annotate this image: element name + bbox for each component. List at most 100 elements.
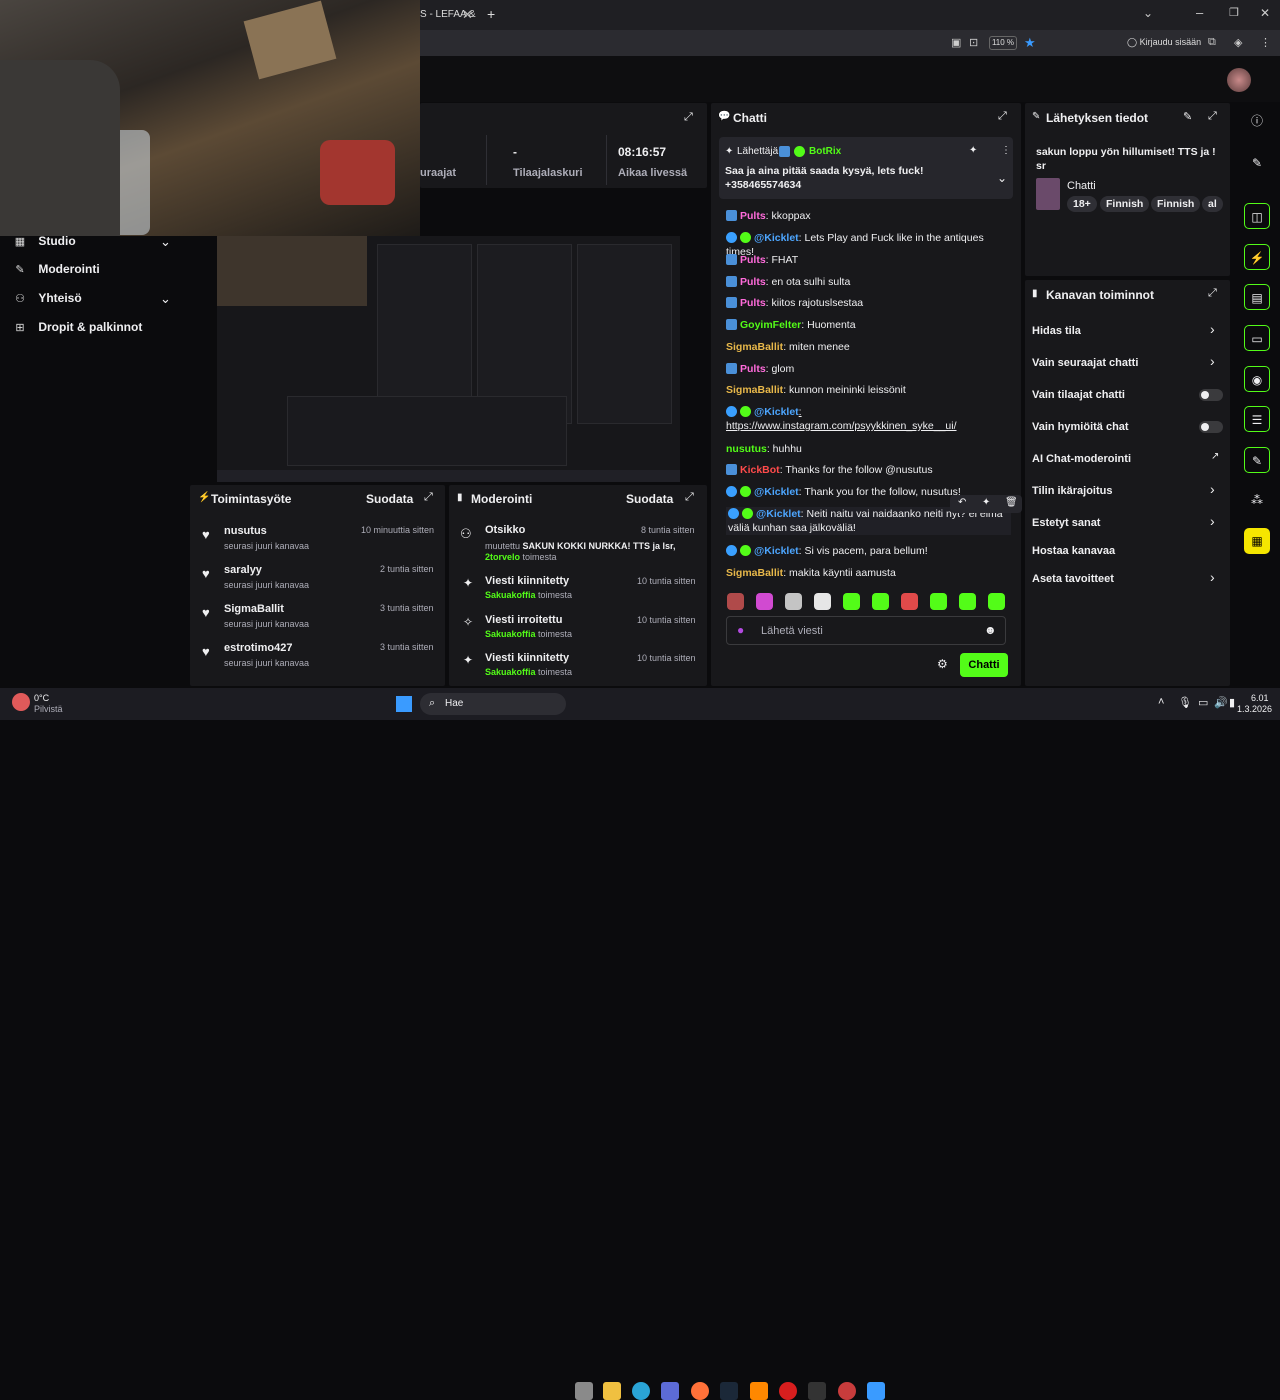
expand-icon[interactable]: ⤢ [685, 491, 694, 504]
obs-icon[interactable] [838, 1382, 856, 1400]
zoom-level[interactable]: 110 % [989, 36, 1017, 50]
chat-icon[interactable]: ▭ [1244, 325, 1270, 351]
action-host-channel[interactable]: Hostaa kanavaa [1032, 543, 1222, 559]
emote[interactable] [872, 593, 889, 610]
store-icon[interactable] [661, 1382, 679, 1400]
chevron-up-icon[interactable]: ˄ [1158, 696, 1164, 708]
maximize-icon[interactable]: ❐ [1229, 6, 1239, 19]
tag[interactable]: 18+ [1067, 196, 1097, 212]
action-slow-mode[interactable]: Hidas tila › [1032, 321, 1222, 339]
menu-icon[interactable]: ⋮ [1260, 36, 1271, 49]
pinned-sender[interactable]: BotRix [809, 146, 841, 157]
steam-icon[interactable] [720, 1382, 738, 1400]
star-icon[interactable]: ★ [1024, 35, 1036, 51]
trash-icon[interactable]: 🗑 [1005, 497, 1018, 508]
emote[interactable] [959, 593, 976, 610]
taskbar-search[interactable]: ⌕ Hae [420, 693, 566, 715]
extensions-icon[interactable]: ⧉ [1208, 36, 1216, 49]
windows-start-icon[interactable] [396, 696, 412, 712]
pencil-icon[interactable]: ✎ [1244, 150, 1270, 176]
pinned-message[interactable]: ✦ Lähettäjä BotRix ✦ ⋮ Saa ja aina pitää… [719, 137, 1013, 199]
chat-user[interactable]: nusutus [726, 443, 767, 455]
wrench-icon[interactable]: ✎ [1244, 447, 1270, 473]
chat-user[interactable]: SigmaBallit [726, 567, 783, 579]
chat-user[interactable]: SigmaBallit [726, 384, 783, 396]
action-followers-only[interactable]: Vain seuraajat chatti › [1032, 353, 1222, 371]
pin-icon[interactable]: ✦ [969, 145, 977, 156]
chat-user[interactable]: Pults [740, 210, 766, 222]
chat-user[interactable]: Pults [740, 363, 766, 375]
info-icon[interactable]: ⓘ [1244, 108, 1270, 134]
close-window-icon[interactable]: ✕ [1260, 6, 1270, 20]
notepad-icon[interactable] [867, 1382, 885, 1400]
more-icon[interactable]: ⋮ [1001, 145, 1011, 156]
action-blocked-words[interactable]: Estetyt sanat › [1032, 513, 1222, 531]
send-chat-button[interactable]: Chatti [960, 653, 1008, 677]
chat-user[interactable]: KickBot [740, 464, 780, 476]
emote[interactable] [785, 593, 802, 610]
shield-icon[interactable]: ◈ [1234, 36, 1242, 49]
edge-icon[interactable] [632, 1382, 650, 1400]
close-tab-icon[interactable]: ✕ [462, 7, 473, 23]
server-icon[interactable]: ☰ [1244, 406, 1270, 432]
file-explorer-icon[interactable] [603, 1382, 621, 1400]
moderation-filter-button[interactable]: Suodata [626, 492, 673, 506]
battery-icon[interactable]: ▮ [1229, 696, 1235, 709]
expand-icon[interactable]: ⤢ [1208, 110, 1217, 123]
chat-user[interactable]: SigmaBallit [726, 341, 783, 353]
chevron-down-icon[interactable]: ⌄ [997, 171, 1007, 185]
tag[interactable]: Finnish [1151, 196, 1201, 212]
microphone-icon[interactable]: 🎙 [1178, 696, 1192, 709]
action-age-restriction[interactable]: Tilin ikärajoitus › [1032, 481, 1222, 499]
mod-by-user[interactable]: 2torvelo [485, 552, 520, 562]
reply-icon[interactable]: ↶ [958, 497, 966, 508]
stream-preview[interactable] [217, 236, 680, 482]
chat-user[interactable]: @Kicklet [754, 545, 799, 557]
chevron-down-icon[interactable]: ⌄ [1143, 6, 1153, 20]
expand-icon[interactable]: ⤢ [1208, 287, 1217, 300]
network-icon[interactable]: ▭ [1198, 696, 1208, 709]
mod-by-user[interactable]: Sakuakoffia [485, 629, 536, 639]
emote[interactable] [814, 593, 831, 610]
expand-icon[interactable]: ⤢ [998, 110, 1007, 123]
sidebar-item-community[interactable]: ⚇ Yhteisö ⌄ [13, 291, 183, 307]
chat-user[interactable]: @Kicklet [754, 232, 799, 244]
clapper-icon[interactable]: ▦ [1244, 528, 1270, 554]
action-set-goals[interactable]: Aseta tavoitteet › [1032, 569, 1222, 587]
tag[interactable]: Finnish [1100, 196, 1150, 212]
emote[interactable] [901, 593, 918, 610]
subscribers-only-toggle[interactable] [1199, 389, 1223, 401]
document-icon[interactable]: ▤ [1244, 284, 1270, 310]
picture-in-picture-icon[interactable]: ▣ [951, 36, 961, 49]
opera-icon[interactable] [779, 1382, 797, 1400]
tag[interactable]: al [1202, 196, 1223, 212]
sidebar-item-moderation[interactable]: ✎ Moderointi [13, 262, 183, 278]
volume-icon[interactable]: 🔊 [1214, 696, 1228, 709]
avatar[interactable] [1227, 68, 1251, 92]
minimize-icon[interactable]: – [1196, 5, 1203, 20]
expand-icon[interactable]: ⤢ [684, 111, 693, 124]
chat-user[interactable]: @Kicklet [756, 508, 801, 520]
mod-by-user[interactable]: Sakuakoffia [485, 667, 536, 677]
new-tab-button[interactable]: + [487, 6, 495, 22]
chat-user[interactable]: Pults [740, 276, 766, 288]
emote[interactable] [988, 593, 1005, 610]
broadcast-icon[interactable]: ◉ [1244, 366, 1270, 392]
edit-icon[interactable]: ✎ [1183, 110, 1192, 123]
emote[interactable] [843, 593, 860, 610]
chat-user[interactable]: Pults [740, 297, 766, 309]
activity-filter-button[interactable]: Suodata [366, 492, 413, 506]
emote-only-toggle[interactable] [1199, 421, 1223, 433]
chat-input[interactable]: ● Lähetä viesti ☻ [726, 616, 1006, 645]
emote[interactable] [930, 593, 947, 610]
clock-time[interactable]: 6.01 [1251, 693, 1269, 703]
download-icon[interactable]: ⊡ [969, 36, 978, 49]
pin-icon[interactable]: ✦ [982, 497, 990, 508]
chat-user[interactable]: @Kicklet [754, 486, 799, 498]
microphone-icon[interactable]: ● [737, 623, 744, 637]
category-name[interactable]: Chatti [1067, 180, 1096, 192]
chat-user[interactable]: GoyimFelter [740, 319, 801, 331]
dots-icon[interactable]: ⁂ [1244, 487, 1270, 513]
signin-button[interactable]: ◯ Kirjaudu sisään [1127, 37, 1201, 48]
sidebar-item-drops[interactable]: ⊞ Dropit & palkinnot [13, 320, 183, 336]
